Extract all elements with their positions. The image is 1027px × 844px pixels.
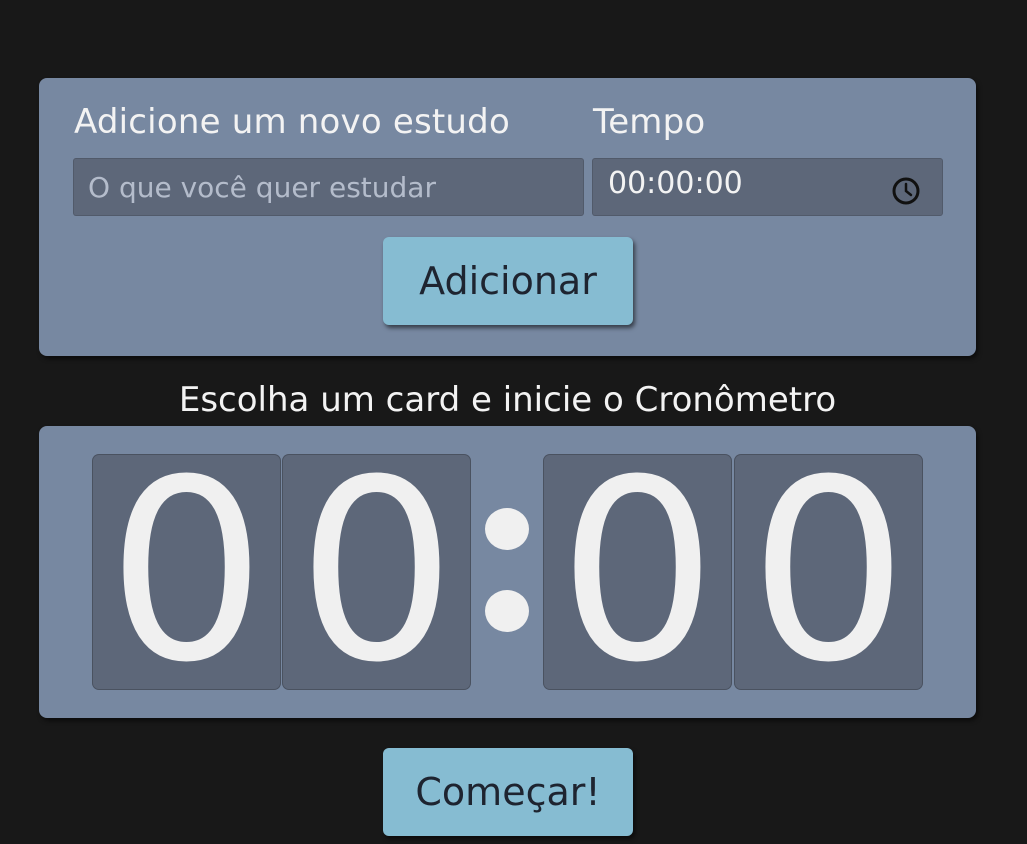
colon-top-dot xyxy=(485,508,529,550)
time-label: Tempo xyxy=(593,102,706,142)
time-field[interactable]: 00:00:00 xyxy=(592,158,943,216)
study-label: Adicione um novo estudo xyxy=(74,102,510,142)
colon-bottom-dot xyxy=(485,590,529,632)
stopwatch-display: 0 0 0 0 xyxy=(39,426,976,718)
seconds-ones-digit: 0 xyxy=(734,454,923,690)
clock-icon[interactable] xyxy=(891,176,921,206)
add-button[interactable]: Adicionar xyxy=(383,237,633,325)
start-button[interactable]: Começar! xyxy=(383,748,633,836)
minutes-ones-digit: 0 xyxy=(282,454,471,690)
timer-instruction: Escolha um card e inicie o Cronômetro xyxy=(178,380,837,420)
study-field xyxy=(73,158,584,216)
study-input[interactable] xyxy=(73,158,584,216)
seconds-tens-digit: 0 xyxy=(543,454,732,690)
time-input[interactable]: 00:00:00 xyxy=(608,166,743,201)
minutes-tens-digit: 0 xyxy=(92,454,281,690)
new-study-form: Adicione um novo estudo Tempo 00:00:00 A… xyxy=(39,78,976,356)
